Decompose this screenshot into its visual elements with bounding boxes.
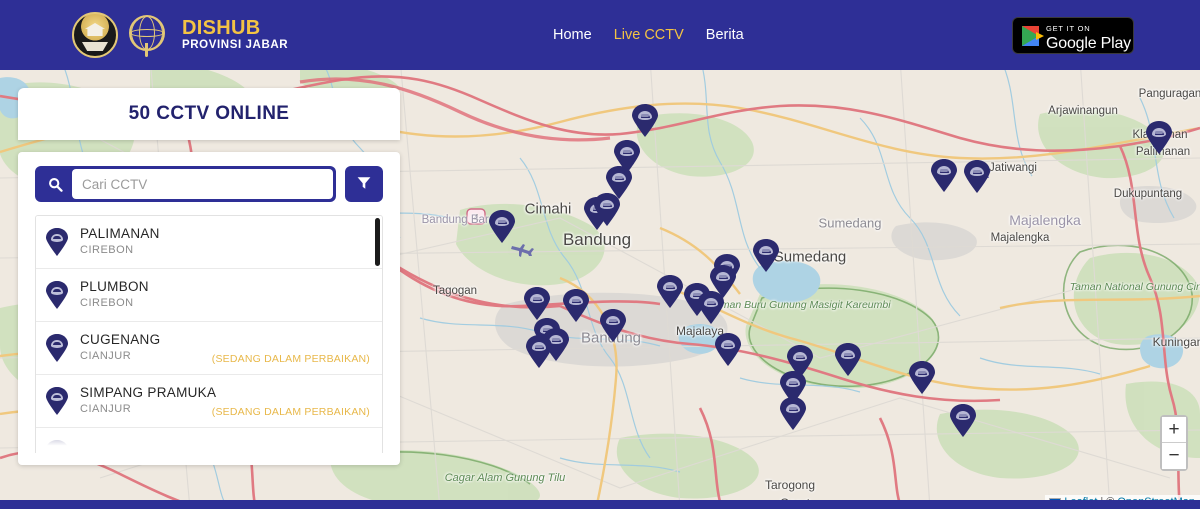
zoom-out-button[interactable]: −	[1162, 443, 1186, 469]
cctv-status-badge: (SEDANG DALAM PERBAIKAN)	[211, 406, 370, 419]
top-navbar: DISHUB PROVINSI JABAR Home Live CCTV Berit…	[0, 0, 1200, 70]
cctv-city: CIANJUR	[80, 403, 132, 416]
cctv-map-marker-icon[interactable]	[780, 397, 806, 430]
google-play-small-label: GET IT ON	[1046, 23, 1091, 33]
cctv-name: SIMPANG PRAMUKA	[80, 384, 217, 400]
google-play-badge[interactable]: GET IT ON Google Play	[1012, 17, 1134, 54]
live-cctv-page: 4 BogorCurugkembarBandung BaratTagoganCi…	[0, 0, 1200, 509]
cctv-list-item[interactable]: WARUNG KONDANG	[36, 428, 382, 453]
cctv-map-marker-icon[interactable]	[715, 333, 741, 366]
cctv-marker-icon	[46, 440, 68, 453]
nav-link-home[interactable]: Home	[553, 27, 592, 43]
cctv-map-marker-icon[interactable]	[657, 275, 683, 308]
search-row	[35, 166, 383, 202]
cctv-list[interactable]: PALIMANAN CIREBON PLUMBON CIREBON CUGENANG CI…	[35, 215, 383, 453]
page-bottom-strip	[0, 500, 1200, 509]
government-seal-icon	[72, 12, 118, 58]
zoom-in-button[interactable]: +	[1162, 417, 1186, 443]
cctv-map-marker-icon[interactable]	[909, 361, 935, 394]
cctv-list-item[interactable]: PLUMBON CIREBON	[36, 269, 382, 322]
cctv-map-marker-icon[interactable]	[524, 287, 550, 320]
cctv-city: CIANJUR	[80, 350, 132, 363]
filter-funnel-icon	[357, 176, 371, 193]
cctv-marker-icon	[46, 387, 68, 415]
cctv-map-marker-icon[interactable]	[489, 210, 515, 243]
cctv-marker-icon	[46, 334, 68, 362]
cctv-map-marker-icon[interactable]	[1146, 121, 1172, 154]
cctv-map-marker-icon[interactable]	[964, 160, 990, 193]
cctv-status-badge: (SEDANG DALAM PERBAIKAN)	[211, 353, 370, 366]
search-box[interactable]	[35, 166, 336, 202]
nav-links: Home Live CCTV Berita	[553, 0, 744, 70]
cctv-map-marker-icon[interactable]	[835, 343, 861, 376]
cctv-list-item[interactable]: PALIMANAN CIREBON	[36, 216, 382, 269]
cctv-map-marker-icon[interactable]	[950, 404, 976, 437]
cctv-name: PALIMANAN	[80, 225, 160, 241]
cctv-list-panel: PALIMANAN CIREBON PLUMBON CIREBON CUGENANG CI…	[18, 152, 400, 465]
cctv-online-count-panel: 50 CCTV ONLINE	[18, 88, 400, 140]
google-play-big-label: Google Play	[1046, 34, 1131, 52]
filter-button[interactable]	[345, 166, 383, 202]
dishub-globe-icon	[128, 13, 168, 57]
brand-title: DISHUB	[182, 17, 261, 40]
cctv-city: CIREBON	[80, 297, 134, 310]
cctv-map-marker-icon[interactable]	[931, 159, 957, 192]
cctv-map-marker-icon[interactable]	[526, 335, 552, 368]
cctv-list-item[interactable]: SIMPANG PRAMUKA CIANJUR (SEDANG DALAM PERB…	[36, 375, 382, 428]
cctv-map-marker-icon[interactable]	[563, 289, 589, 322]
brand-subtitle: PROVINSI JABAR	[182, 39, 289, 52]
cctv-online-count-label: 50 CCTV ONLINE	[128, 103, 290, 124]
cctv-map-marker-icon[interactable]	[698, 291, 724, 324]
cctv-map-marker-icon[interactable]	[632, 104, 658, 137]
search-icon	[38, 177, 72, 192]
cctv-list-scrollbar[interactable]	[375, 218, 380, 266]
cctv-map-marker-icon[interactable]	[594, 193, 620, 226]
cctv-map-marker-icon[interactable]	[753, 239, 779, 272]
google-play-triangle-icon	[1022, 25, 1044, 46]
cctv-name: CUGENANG	[80, 331, 161, 347]
brand-logo-group[interactable]: DISHUB PROVINSI JABAR	[72, 12, 288, 58]
cctv-list-item[interactable]: CUGENANG CIANJUR (SEDANG DALAM PERBAIKAN)	[36, 322, 382, 375]
nav-link-berita[interactable]: Berita	[706, 27, 744, 43]
cctv-map-marker-icon[interactable]	[600, 309, 626, 342]
cctv-marker-icon	[46, 228, 68, 256]
cctv-marker-icon	[46, 281, 68, 309]
svg-text:4: 4	[473, 213, 479, 224]
cctv-name: WARUNG KONDANG	[80, 445, 370, 453]
cctv-city: CIREBON	[80, 244, 134, 257]
cctv-name: PLUMBON	[80, 278, 149, 294]
nav-link-live-cctv[interactable]: Live CCTV	[614, 27, 684, 43]
brand-text: DISHUB PROVINSI JABAR	[182, 17, 289, 52]
search-input[interactable]	[72, 169, 333, 199]
map-zoom-control[interactable]: + −	[1160, 415, 1188, 471]
